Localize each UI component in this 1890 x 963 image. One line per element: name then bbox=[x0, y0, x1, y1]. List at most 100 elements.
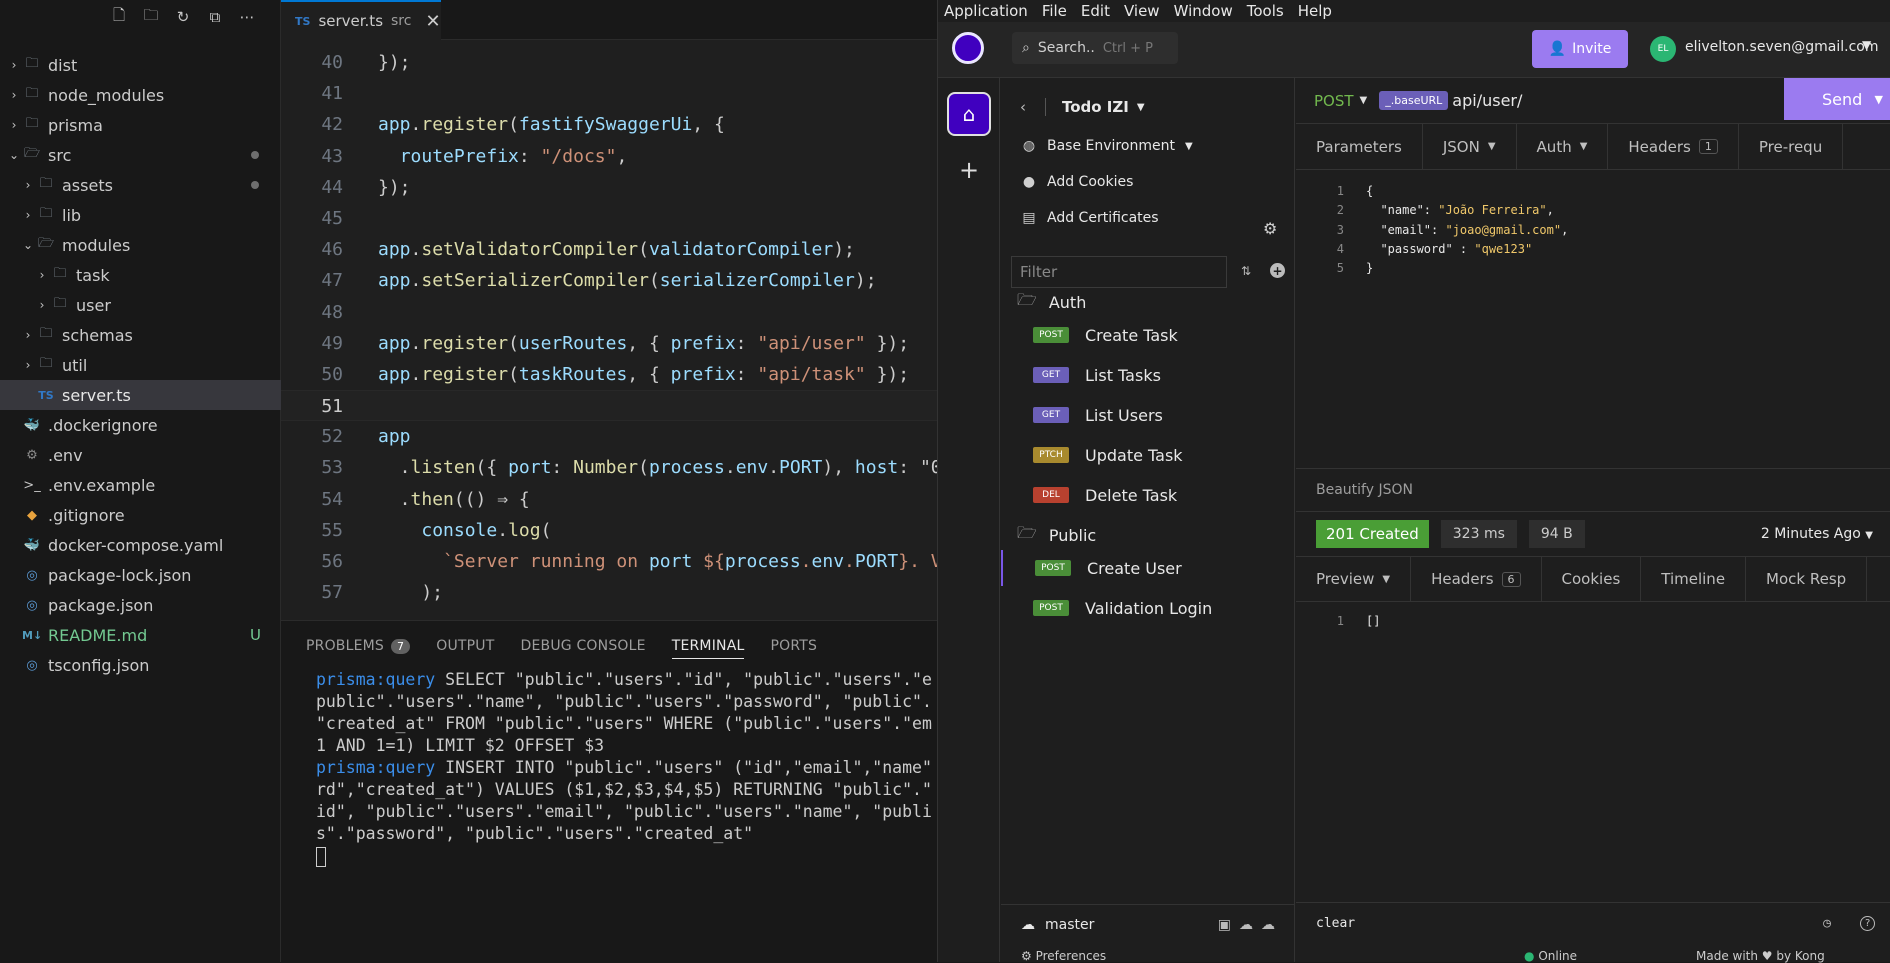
add-item-icon[interactable]: + bbox=[1270, 263, 1285, 278]
tab-debug-console[interactable]: DEBUG CONSOLE bbox=[520, 633, 645, 659]
tab-pre-requ[interactable]: Pre-requ bbox=[1739, 124, 1844, 169]
search-button[interactable]: ⌕ Search.. Ctrl + P bbox=[1012, 32, 1178, 64]
request-list-tasks[interactable]: GET List Tasks bbox=[1001, 357, 1295, 393]
tree-item-package-lock-json[interactable]: ◎ package-lock.json bbox=[0, 560, 281, 590]
tree-item-task[interactable]: › 🗀 task bbox=[0, 260, 281, 290]
workspace-name[interactable]: Todo IZI bbox=[1062, 98, 1129, 116]
base-url-variable[interactable]: _.baseURL bbox=[1379, 91, 1449, 110]
tree-item-util[interactable]: › 🗀 util bbox=[0, 350, 281, 380]
code-line[interactable]: 40}); bbox=[281, 47, 937, 78]
tree-item-env-example[interactable]: >_ .env.example bbox=[0, 470, 281, 500]
environment-selector[interactable]: ◍ Base Environment ▼ bbox=[1021, 132, 1193, 160]
menu-edit[interactable]: Edit bbox=[1081, 2, 1110, 20]
tree-item-lib[interactable]: › 🗀 lib bbox=[0, 200, 281, 230]
tree-item-modules[interactable]: ⌄ 🗁 modules bbox=[0, 230, 281, 260]
folder-public[interactable]: 🗁 Public bbox=[1017, 521, 1096, 549]
code-line[interactable]: 57 ); bbox=[281, 577, 937, 608]
chevron-down-icon[interactable]: ▼ bbox=[1137, 102, 1145, 113]
box-icon[interactable]: ▣ bbox=[1218, 917, 1231, 933]
tab-cookies[interactable]: Cookies bbox=[1542, 557, 1642, 601]
tab-problems[interactable]: PROBLEMS 7 bbox=[306, 633, 411, 659]
chevron-down-icon[interactable]: ▼ bbox=[1875, 93, 1883, 106]
request-list-users[interactable]: GET List Users bbox=[1001, 397, 1295, 433]
back-arrow-icon[interactable]: ‹ bbox=[1001, 98, 1045, 116]
response-body[interactable]: 1 [] bbox=[1296, 612, 1890, 631]
preferences-link[interactable]: ⚙ Preferences bbox=[1021, 949, 1106, 963]
tree-item-schemas[interactable]: › 🗀 schemas bbox=[0, 320, 281, 350]
tree-item-readme-md[interactable]: M↓ README.md U bbox=[0, 620, 281, 650]
request-validation-login[interactable]: POST Validation Login bbox=[1001, 590, 1295, 626]
sort-icon[interactable]: ⇅ bbox=[1241, 264, 1251, 278]
response-filter-bar[interactable]: clear ◷ ? bbox=[1296, 902, 1890, 944]
tab-timeline[interactable]: Timeline bbox=[1641, 557, 1747, 601]
code-line[interactable]: 48 bbox=[281, 297, 937, 328]
menu-tools[interactable]: Tools bbox=[1247, 2, 1284, 20]
code-line[interactable]: 45 bbox=[281, 203, 937, 234]
user-email[interactable]: elivelton.seven@gmail.com bbox=[1685, 39, 1878, 55]
tree-item-user[interactable]: › 🗀 user bbox=[0, 290, 281, 320]
code-line[interactable]: 55 console.log( bbox=[281, 515, 937, 546]
tree-item-server-ts[interactable]: TS server.ts bbox=[0, 380, 281, 410]
tree-item-gitignore[interactable]: ◆ .gitignore bbox=[0, 500, 281, 530]
code-line[interactable]: 50 app.register(taskRoutes, { prefix: "ap… bbox=[281, 359, 937, 390]
tab-json[interactable]: JSON ▼ bbox=[1423, 124, 1517, 169]
more-actions-icon[interactable]: ⋯ bbox=[236, 6, 258, 28]
tree-item-env[interactable]: ⚙ .env bbox=[0, 440, 281, 470]
tab-output[interactable]: OUTPUT bbox=[436, 633, 494, 659]
code-line[interactable]: 47 app.setSerializerCompiler(serializerCo… bbox=[281, 265, 937, 296]
tab-auth[interactable]: Auth ▼ bbox=[1517, 124, 1609, 169]
request-body-editor[interactable]: 1{2 "name": "João Ferreira", 3 "email": "… bbox=[1296, 182, 1890, 278]
cloud-upload-icon[interactable]: ☁ bbox=[1261, 917, 1275, 933]
tree-item-src[interactable]: ⌄ 🗁 src bbox=[0, 140, 281, 170]
code-lines[interactable]: 40}); 41 42 app.register(fastifySwaggerUi, … bbox=[281, 47, 942, 608]
menu-window[interactable]: Window bbox=[1174, 2, 1233, 20]
tree-item-node-modules[interactable]: › 🗀 node_modules bbox=[0, 80, 281, 110]
request-update-task[interactable]: PTCH Update Task bbox=[1001, 437, 1295, 473]
insomnia-logo-icon[interactable] bbox=[952, 32, 984, 64]
invite-button[interactable]: 👤 Invite bbox=[1532, 30, 1628, 68]
tab-headers[interactable]: Headers 1 bbox=[1608, 124, 1739, 169]
tree-item-tsconfig-json[interactable]: ◎ tsconfig.json bbox=[0, 650, 281, 680]
filter-input[interactable]: Filter bbox=[1011, 256, 1227, 288]
tree-item-docker-compose-yaml[interactable]: 🐳 docker-compose.yaml bbox=[0, 530, 281, 560]
send-button[interactable]: Send ▼ bbox=[1784, 78, 1890, 120]
editor-tab-server-ts[interactable]: TS server.ts src ✕ bbox=[281, 0, 441, 40]
tree-item-prisma[interactable]: › 🗀 prisma bbox=[0, 110, 281, 140]
request-delete-task[interactable]: DEL Delete Task bbox=[1001, 477, 1295, 513]
code-line[interactable]: 49 app.register(userRoutes, { prefix: "ap… bbox=[281, 328, 937, 359]
request-create-user[interactable]: POST Create User bbox=[1001, 550, 1295, 586]
refresh-icon[interactable]: ↻ bbox=[172, 6, 194, 28]
tab-parameters[interactable]: Parameters bbox=[1296, 124, 1423, 169]
tab-ports[interactable]: PORTS bbox=[770, 633, 817, 659]
menu-help[interactable]: Help bbox=[1298, 2, 1332, 20]
menu-application[interactable]: Application bbox=[944, 2, 1028, 20]
menu-file[interactable]: File bbox=[1042, 2, 1067, 20]
new-file-icon[interactable]: 🗋 bbox=[108, 6, 130, 28]
chevron-down-icon[interactable]: ▼ bbox=[1862, 38, 1871, 52]
tree-item-assets[interactable]: › 🗀 assets bbox=[0, 170, 281, 200]
request-create-task[interactable]: POST Create Task bbox=[1001, 317, 1295, 353]
gear-icon[interactable]: ⚙ bbox=[1263, 219, 1277, 238]
tab-preview[interactable]: Preview ▼ bbox=[1296, 557, 1412, 601]
add-cookies-button[interactable]: ● Add Cookies bbox=[1021, 168, 1133, 196]
tab-headers[interactable]: Headers 6 bbox=[1411, 557, 1542, 601]
new-folder-icon[interactable]: 🗀 bbox=[140, 6, 162, 28]
code-line[interactable]: 52 app bbox=[281, 421, 937, 452]
tree-item-dist[interactable]: › 🗀 dist bbox=[0, 50, 281, 80]
code-line[interactable]: 42 app.register(fastifySwaggerUi, { bbox=[281, 109, 937, 140]
terminal-output[interactable]: prisma:query SELECT "public"."users"."id… bbox=[316, 669, 936, 867]
tree-item-package-json[interactable]: ◎ package.json bbox=[0, 590, 281, 620]
response-history-dropdown[interactable]: 2 Minutes Ago ▼ bbox=[1761, 526, 1873, 542]
tree-item-dockerignore[interactable]: 🐳 .dockerignore bbox=[0, 410, 281, 440]
url-path-input[interactable]: api/user/ bbox=[1452, 91, 1522, 110]
git-branch-bar[interactable]: ☁ master ▣ ☁ ☁ bbox=[1001, 904, 1295, 944]
code-line[interactable]: 56 `Server running on port ${process.env… bbox=[281, 546, 941, 577]
menu-view[interactable]: View bbox=[1124, 2, 1160, 20]
cloud-download-icon[interactable]: ☁ bbox=[1239, 917, 1253, 933]
folder-auth[interactable]: 🗁 Auth bbox=[1017, 288, 1086, 316]
tab-terminal[interactable]: TERMINAL bbox=[671, 633, 745, 659]
code-line[interactable]: 54 .then(() ⇒ { bbox=[281, 484, 937, 515]
close-icon[interactable]: ✕ bbox=[425, 11, 440, 32]
method-selector[interactable]: POST ▼ bbox=[1314, 92, 1367, 110]
code-line[interactable]: 53 .listen({ port: Number(process.env.PO… bbox=[281, 452, 941, 483]
